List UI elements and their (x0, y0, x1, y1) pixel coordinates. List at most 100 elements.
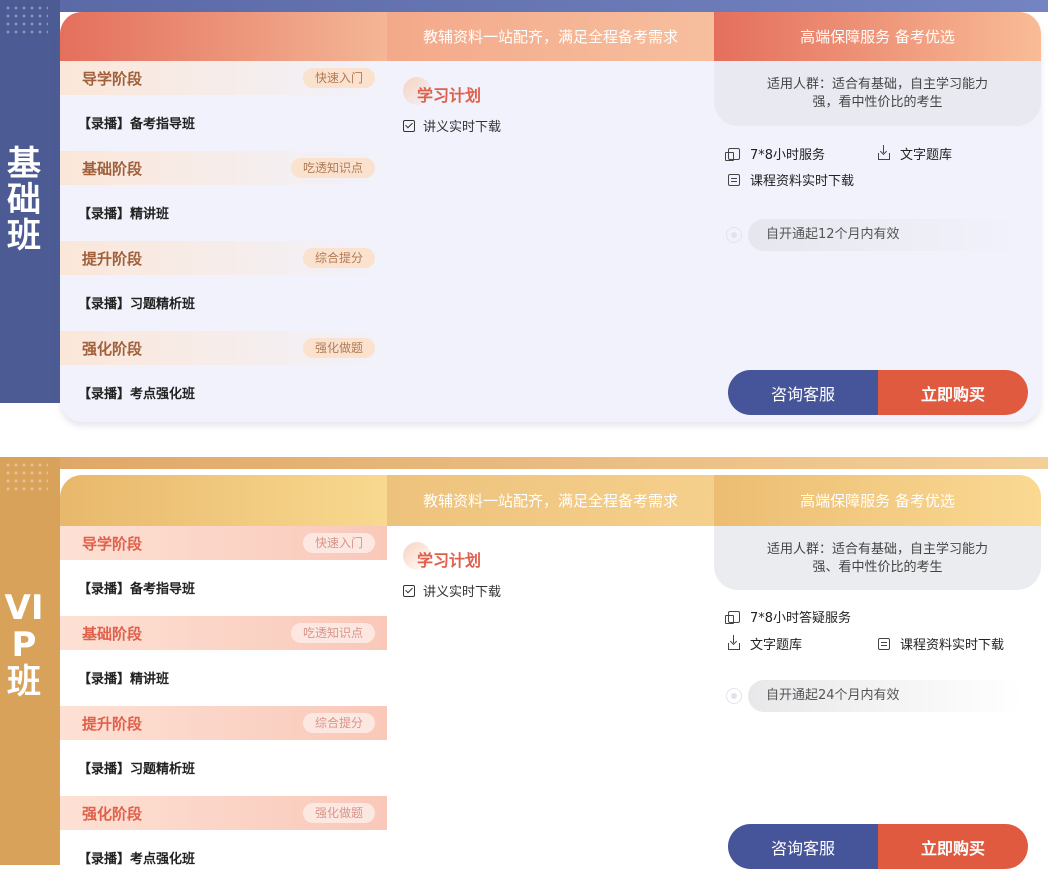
plan-item-label: 讲义实时下载 (423, 120, 502, 135)
feature-label: 课程资料实时下载 (750, 174, 855, 189)
radio-dot-icon (726, 227, 742, 243)
plan-title: 学习计划 (417, 551, 482, 570)
action-buttons: 咨询客服 立即购买 (728, 824, 1028, 869)
feature-item: 课程资料实时下载 (878, 634, 1004, 653)
stage-tag: 强化做题 (302, 338, 375, 358)
action-buttons: 咨询客服 立即购买 (728, 370, 1028, 415)
validity-row: 自开通起24个月内有效 (726, 680, 1026, 712)
copy-icon (725, 610, 740, 624)
stage-item: 提升阶段 综合提分 【录播】习题精析班 (60, 241, 387, 331)
stage-course[interactable]: 【录播】考点强化班 (78, 383, 387, 402)
stage-item: 基础阶段 吃透知识点 【录播】精讲班 (60, 616, 387, 706)
feature-item: 7*8小时服务 (725, 144, 826, 163)
checkbox-icon (403, 584, 415, 597)
study-plan: 学习计划 讲义实时下载 (403, 77, 501, 135)
side-band: 基础班 (0, 0, 60, 403)
header-materials: 教辅资料一站配齐，满足全程备考需求 (387, 475, 714, 526)
service-column: 适用人群：适合有基础，自主学习能力 强、看中性价比的考生 7*8小时答疑服务 文… (714, 526, 1041, 875)
consult-button[interactable]: 咨询客服 (728, 824, 878, 869)
stage-item: 强化阶段 强化做题 【录播】考点强化班 (60, 796, 387, 875)
service-column: 适用人群：适合有基础，自主学习能力 强，看中性价比的考生 7*8小时服务 文字题… (714, 61, 1041, 421)
header-materials: 教辅资料一站配齐，满足全程备考需求 (387, 12, 714, 61)
stage-name: 导学阶段 (82, 534, 143, 553)
stage-list: 导学阶段 快速入门 【录播】备考指导班 基础阶段 吃透知识点 【录播】精讲班 提… (60, 61, 387, 421)
audience-line: 适用人群：适合有基础，自主学习能力 (766, 542, 988, 557)
stage-tag: 强化做题 (302, 803, 375, 823)
card-header: 教辅资料一站配齐，满足全程备考需求 高端保障服务 备考优选 (60, 475, 1041, 526)
stage-course[interactable]: 【录播】备考指导班 (78, 578, 387, 597)
study-plan: 学习计划 讲义实时下载 (403, 542, 501, 600)
header-left (60, 475, 387, 526)
package-card: 教辅资料一站配齐，满足全程备考需求 高端保障服务 备考优选 导学阶段 快速入门 … (60, 475, 1041, 875)
validity-label: 自开通起24个月内有效 (748, 680, 1024, 712)
package-title: 基础班 (7, 144, 41, 256)
stage-tag: 吃透知识点 (290, 158, 375, 178)
top-band (60, 457, 1048, 469)
plan-item-label: 讲义实时下载 (423, 585, 502, 600)
radio-dot-icon (726, 688, 742, 704)
header-service: 高端保障服务 备考优选 (714, 12, 1041, 61)
stage-course[interactable]: 【录播】精讲班 (78, 203, 387, 222)
stage-tag: 吃透知识点 (290, 623, 375, 643)
feature-label: 7*8小时服务 (750, 148, 826, 163)
stage-tag: 综合提分 (302, 713, 375, 733)
card-header: 教辅资料一站配齐，满足全程备考需求 高端保障服务 备考优选 (60, 12, 1041, 61)
validity-row: 自开通起12个月内有效 (726, 219, 1026, 251)
stage-tag: 快速入门 (302, 533, 375, 553)
audience-line: 强、看中性价比的考生 (812, 560, 943, 575)
stage-name: 基础阶段 (82, 624, 143, 643)
feature-label: 文字题库 (750, 638, 803, 653)
header-service: 高端保障服务 备考优选 (714, 475, 1041, 526)
dot-pattern-decoration (4, 4, 48, 34)
stage-item: 基础阶段 吃透知识点 【录播】精讲班 (60, 151, 387, 241)
stage-course[interactable]: 【录播】习题精析班 (78, 758, 387, 777)
vip-package-section: VIP班 教辅资料一站配齐，满足全程备考需求 高端保障服务 备考优选 导学阶段 … (0, 457, 1048, 875)
audience-box: 适用人群：适合有基础，自主学习能力 强、看中性价比的考生 (714, 526, 1041, 590)
stage-name: 提升阶段 (82, 714, 143, 733)
feature-label: 文字题库 (900, 148, 953, 163)
document-icon (878, 637, 890, 650)
audience-box: 适用人群：适合有基础，自主学习能力 强，看中性价比的考生 (714, 61, 1041, 126)
basic-package-section: 基础班 教辅资料一站配齐，满足全程备考需求 高端保障服务 备考优选 导学阶段 快… (0, 0, 1048, 430)
plan-title: 学习计划 (417, 86, 482, 105)
stage-tag: 快速入门 (302, 68, 375, 88)
download-icon (878, 144, 890, 160)
audience-line: 强，看中性价比的考生 (812, 95, 943, 110)
audience-line: 适用人群：适合有基础，自主学习能力 (766, 77, 988, 92)
stage-course[interactable]: 【录播】备考指导班 (78, 113, 387, 132)
side-band: VIP班 (0, 457, 60, 865)
top-band (60, 0, 1048, 12)
stage-item: 提升阶段 综合提分 【录播】习题精析班 (60, 706, 387, 796)
stage-name: 导学阶段 (82, 69, 143, 88)
feature-item: 7*8小时答疑服务 (725, 607, 852, 626)
validity-label: 自开通起12个月内有效 (748, 219, 1024, 251)
plan-item: 讲义实时下载 (403, 116, 501, 135)
buy-now-button[interactable]: 立即购买 (878, 370, 1028, 415)
stage-name: 提升阶段 (82, 249, 143, 268)
stage-course[interactable]: 【录播】习题精析班 (78, 293, 387, 312)
package-card: 教辅资料一站配齐，满足全程备考需求 高端保障服务 备考优选 导学阶段 快速入门 … (60, 12, 1041, 422)
stage-tag: 综合提分 (302, 248, 375, 268)
buy-now-button[interactable]: 立即购买 (878, 824, 1028, 869)
feature-item: 文字题库 (728, 634, 802, 653)
plan-item: 讲义实时下载 (403, 581, 501, 600)
stage-item: 导学阶段 快速入门 【录播】备考指导班 (60, 61, 387, 151)
feature-label: 7*8小时答疑服务 (750, 611, 852, 626)
document-icon (728, 173, 740, 186)
feature-item: 课程资料实时下载 (728, 170, 854, 189)
checkbox-icon (403, 119, 415, 132)
package-title: VIP班 (4, 588, 44, 702)
header-left (60, 12, 387, 61)
dot-pattern-decoration (4, 461, 48, 491)
stage-name: 强化阶段 (82, 804, 143, 823)
stage-course[interactable]: 【录播】考点强化班 (78, 848, 387, 867)
copy-icon (725, 147, 740, 161)
feature-label: 课程资料实时下载 (900, 638, 1005, 653)
stage-list: 导学阶段 快速入门 【录播】备考指导班 基础阶段 吃透知识点 【录播】精讲班 提… (60, 526, 387, 875)
stage-item: 导学阶段 快速入门 【录播】备考指导班 (60, 526, 387, 616)
feature-item: 文字题库 (878, 144, 952, 163)
stage-name: 基础阶段 (82, 159, 143, 178)
stage-course[interactable]: 【录播】精讲班 (78, 668, 387, 687)
stage-name: 强化阶段 (82, 339, 143, 358)
consult-button[interactable]: 咨询客服 (728, 370, 878, 415)
